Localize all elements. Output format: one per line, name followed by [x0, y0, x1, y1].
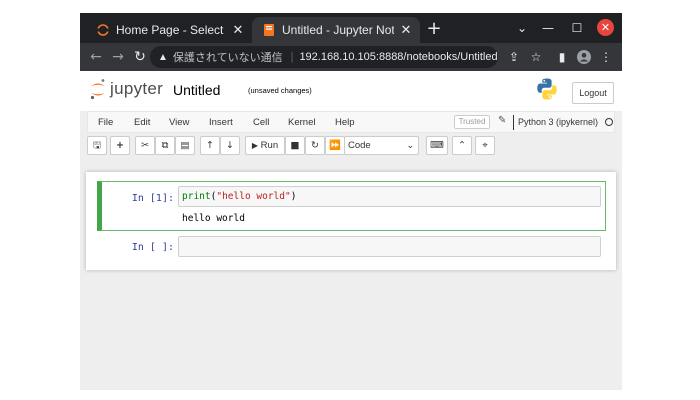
menu-bar: File Edit View Insert Cell Kernel Help T…: [87, 111, 615, 133]
menu-help[interactable]: Help: [335, 117, 355, 128]
tab-title: Home Page - Select or create a notebook: [116, 23, 226, 37]
code-input-empty[interactable]: [178, 236, 601, 257]
input-prompt: In [1]:: [131, 193, 174, 204]
interrupt-stop-icon[interactable]: ■: [285, 136, 305, 155]
jupyter-header: jupyter Untitled (unsaved changes) Logou…: [80, 71, 622, 111]
keyboard-icon[interactable]: ⌨: [426, 136, 448, 155]
cell-type-value: Code: [348, 140, 371, 151]
forward-arrow-icon[interactable]: →: [108, 47, 128, 67]
menu-cell[interactable]: Cell: [253, 117, 269, 128]
kebab-menu-icon[interactable]: ⋮: [596, 47, 616, 67]
jupyter-logo-text: jupyter: [110, 79, 164, 98]
warning-triangle-icon: ▲: [158, 51, 168, 63]
paste-icon[interactable]: ▤: [175, 136, 195, 155]
chevron-down-icon: ⌄: [406, 140, 414, 150]
run-play-icon: ▶: [251, 141, 259, 150]
reload-icon[interactable]: ↻: [130, 47, 150, 67]
kernel-name[interactable]: Python 3 (ipykernel): [518, 117, 598, 127]
notebook-container: In [1]: print("hello world") hello world…: [86, 172, 616, 270]
run-button[interactable]: ▶ Run: [245, 136, 285, 155]
move-up-icon[interactable]: ↑: [200, 136, 220, 155]
window-close-icon[interactable]: ✕: [597, 19, 614, 36]
maximize-icon[interactable]: ☐: [567, 19, 587, 37]
save-status: (unsaved changes): [248, 86, 312, 95]
new-tab-button[interactable]: +: [424, 19, 444, 39]
bookmark-star-icon[interactable]: ☆: [526, 47, 546, 67]
kernel-idle-indicator-icon: [605, 118, 613, 126]
tab-search-chevron-icon[interactable]: ⌄: [512, 19, 532, 37]
menu-file[interactable]: File: [98, 117, 113, 128]
tab-strip: Home Page - Select or create a notebook …: [80, 13, 622, 43]
kernel-separator: [513, 115, 514, 130]
cell-type-select[interactable]: Code ⌄: [344, 136, 419, 155]
menu-insert[interactable]: Insert: [209, 117, 233, 128]
address-separator: |: [290, 51, 294, 63]
notebook-tab-icon: [262, 23, 276, 37]
copy-icon[interactable]: ⧉: [155, 136, 175, 155]
input-prompt-empty: In [ ]:: [131, 242, 174, 253]
side-panel-icon[interactable]: ▮: [552, 47, 572, 67]
logout-button[interactable]: Logout: [572, 82, 614, 104]
jupyter-logo[interactable]: jupyter: [90, 78, 163, 100]
jupyter-logo-icon: [90, 79, 105, 100]
tab-home-page[interactable]: Home Page - Select or create a notebook …: [86, 17, 252, 43]
browser-window: Home Page - Select or create a notebook …: [80, 13, 622, 390]
restart-icon[interactable]: ↻: [305, 136, 325, 155]
run-label: Run: [260, 140, 279, 151]
cut-icon[interactable]: ✂: [135, 136, 155, 155]
menu-view[interactable]: View: [169, 117, 189, 128]
minimize-icon[interactable]: —: [538, 19, 558, 37]
tab-title: Untitled - Jupyter Notebook: [282, 23, 394, 37]
python-logo-icon: [535, 77, 559, 103]
cell-output: hello world: [182, 213, 245, 224]
browser-toolbar: ← → ↻ ▲ 保護されていない通信 | 192.168.10.105:8888…: [80, 43, 622, 71]
move-down-icon[interactable]: ↓: [220, 136, 240, 155]
code-string: "hello world": [216, 191, 291, 202]
share-icon[interactable]: ⇪: [504, 47, 524, 67]
insecure-warning-text: 保護されていない通信: [172, 52, 283, 64]
chevron-up-icon[interactable]: ⌃: [452, 136, 472, 155]
menu-edit[interactable]: Edit: [134, 117, 150, 128]
code-function: print: [182, 191, 211, 202]
profile-avatar-icon[interactable]: [574, 47, 594, 67]
jupyter-tab-icon: [96, 23, 110, 37]
code-input[interactable]: print("hello world"): [178, 186, 601, 207]
crosshair-icon[interactable]: ⌖: [475, 136, 495, 155]
address-bar[interactable]: ▲ 保護されていない通信 | 192.168.10.105:8888/noteb…: [150, 46, 498, 68]
url-text: 192.168.10.105:8888/notebooks/Untitled.i…: [299, 51, 498, 63]
jupyter-page: jupyter Untitled (unsaved changes) Logou…: [80, 71, 622, 390]
back-arrow-icon[interactable]: ←: [86, 47, 106, 67]
close-icon[interactable]: ✕: [398, 23, 414, 38]
save-icon[interactable]: 🖫: [87, 136, 107, 155]
edit-pencil-icon[interactable]: ✎: [498, 115, 506, 126]
notebook-name[interactable]: Untitled: [173, 82, 220, 98]
restart-run-all-icon[interactable]: ⏩: [325, 136, 345, 155]
trusted-indicator[interactable]: Trusted: [454, 115, 490, 129]
add-cell-icon[interactable]: +: [110, 136, 130, 155]
tab-untitled[interactable]: Untitled - Jupyter Notebook ✕: [252, 17, 420, 43]
menu-kernel[interactable]: Kernel: [288, 117, 315, 128]
code-paren-close: ): [290, 191, 297, 202]
close-icon[interactable]: ✕: [230, 23, 246, 38]
